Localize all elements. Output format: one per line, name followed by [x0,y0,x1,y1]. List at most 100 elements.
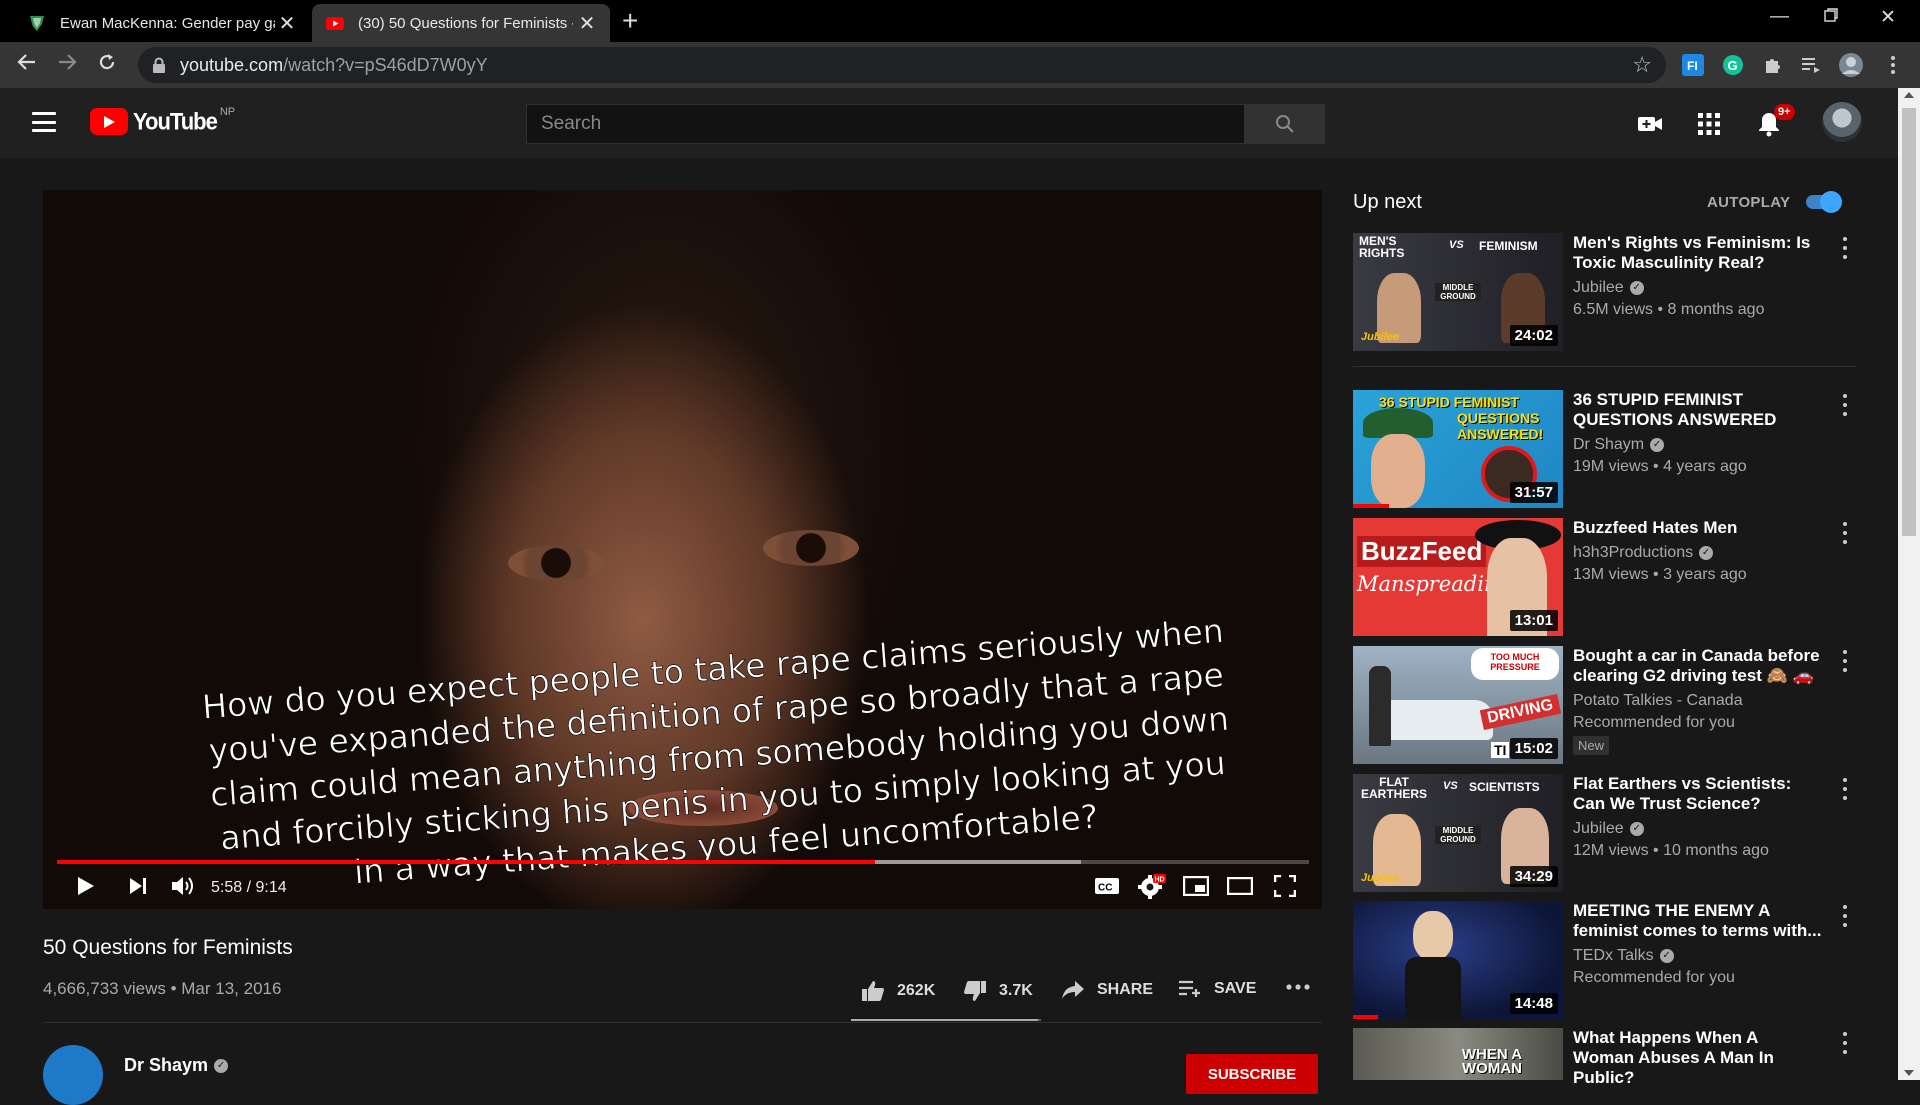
tab-title: (30) 50 Questions for Feminists - [358,14,573,32]
video-thumbnail[interactable]: BuzzFeed Manspreading 13:01 [1353,518,1563,636]
share-label: SHARE [1097,981,1154,998]
search-input[interactable] [527,105,1244,143]
autoplay-toggle[interactable] [1806,191,1842,213]
sentiment-bar-fill [851,1019,1039,1021]
page-scrollbar[interactable] [1898,88,1920,1080]
forward-arrow-icon[interactable] [54,52,80,78]
video-card-title[interactable]: Men's Rights vs Feminism: Is Toxic Mascu… [1573,233,1823,273]
close-tab-icon[interactable]: ✕ [278,11,296,36]
verified-check-icon: ✓ [214,1058,229,1073]
close-window-icon[interactable]: ✕ [1880,6,1896,29]
scroll-down-arrow-icon[interactable] [1904,1070,1914,1076]
video-card-channel[interactable]: Jubilee ✓ [1573,820,1644,838]
video-view-count-date: 4,666,733 views • Mar 13, 2016 [43,979,282,998]
youtube-logo[interactable]: YouTube NP [90,106,235,135]
more-options-icon[interactable] [1837,522,1853,544]
miniplayer-icon[interactable] [1181,872,1211,900]
save-button[interactable]: SAVE [1178,980,1256,998]
settings-gear-icon[interactable]: HD [1137,872,1167,900]
up-next-video-card[interactable]: MEN'S RIGHTS VS FEMINISM MIDDLE GROUND J… [1353,233,1873,351]
video-thumbnail[interactable]: TOO MUCH PRESSURE DRIVING TI 15:02 [1353,646,1563,764]
up-next-video-card[interactable]: 14:48 MEETING THE ENEMY A feminist comes… [1353,901,1873,1019]
profile-avatar-icon[interactable] [1838,52,1864,78]
video-player[interactable]: How do you expect people to take rape cl… [43,190,1322,909]
minimize-window-icon[interactable]: — [1770,6,1789,28]
up-next-video-card[interactable]: TOO MUCH PRESSURE DRIVING TI 15:02 Bough… [1353,646,1873,764]
video-title: 50 Questions for Feminists [43,936,293,959]
video-thumbnail[interactable]: MEN'S RIGHTS VS FEMINISM MIDDLE GROUND J… [1353,233,1563,351]
close-tab-icon[interactable]: ✕ [578,11,596,36]
grammarly-extension-icon[interactable]: G [1720,52,1746,78]
video-card-title[interactable]: What Happens When A Woman Abuses A Man I… [1573,1028,1823,1088]
account-avatar[interactable] [1822,102,1862,142]
search-button[interactable] [1244,104,1325,144]
more-options-icon[interactable] [1837,905,1853,927]
reload-icon[interactable] [94,52,120,78]
thumbnail-text: TI [1491,742,1510,758]
video-card-title[interactable]: Bought a car in Canada before clearing G… [1573,646,1823,686]
video-card-channel[interactable]: h3h3Productions ✓ [1573,544,1714,562]
sentiment-bar [851,1019,1041,1021]
thumbnail-text: Jubilee [1361,331,1399,343]
video-thumbnail[interactable]: FLAT EARTHERS VS SCIENTISTS MIDDLE GROUN… [1353,774,1563,892]
reading-list-icon[interactable] [1798,52,1824,78]
bookmark-star-icon[interactable]: ☆ [1632,52,1652,78]
channel-text: Dr Shaym [1573,436,1645,453]
video-card-channel[interactable]: TEDx Talks ✓ [1573,947,1674,965]
new-tab-plus-icon[interactable]: + [622,6,638,36]
video-card-channel[interactable]: Dr Shaym ✓ [1573,436,1665,454]
restore-window-icon[interactable] [1824,6,1838,28]
more-options-icon[interactable] [1837,237,1853,259]
like-button[interactable]: 262K [861,980,935,1002]
fullscreen-icon[interactable] [1270,872,1300,900]
burned-in-caption: How do you expect people to take rape cl… [201,611,1231,892]
up-next-video-card[interactable]: BuzzFeed Manspreading 13:01 Buzzfeed Hat… [1353,518,1873,636]
scrollbar-thumb[interactable] [1902,108,1916,536]
divider [43,1022,1322,1023]
video-card-title[interactable]: 36 STUPID FEMINIST QUESTIONS ANSWERED [1573,390,1823,430]
extensions-puzzle-icon[interactable] [1760,52,1786,78]
video-card-channel[interactable]: Potato Talkies - Canada [1573,692,1743,710]
next-video-icon[interactable] [125,872,151,900]
subscribe-button[interactable]: SUBSCRIBE [1186,1054,1318,1094]
search-box[interactable] [526,104,1244,144]
video-card-title[interactable]: Buzzfeed Hates Men [1573,518,1823,538]
channel-name[interactable]: Dr Shaym ✓ [124,1055,229,1076]
more-options-icon[interactable] [1837,394,1853,416]
create-video-icon[interactable] [1636,111,1664,137]
video-card-title[interactable]: MEETING THE ENEMY A feminist comes to te… [1573,901,1823,941]
address-bar[interactable]: youtube.com/watch?v=pS46dD7W0yY ☆ [138,47,1666,83]
more-options-icon[interactable] [1837,778,1853,800]
duration-badge: 15:02 [1509,738,1558,759]
up-next-video-card[interactable]: FLAT EARTHERS VS SCIENTISTS MIDDLE GROUN… [1353,774,1873,892]
up-next-video-card[interactable]: WHEN A WOMAN What Happens When A Woman A… [1353,1028,1873,1087]
video-card-title[interactable]: Flat Earthers vs Scientists: Can We Trus… [1573,774,1823,814]
more-options-icon[interactable] [1837,1032,1853,1054]
volume-icon[interactable] [169,872,199,900]
browser-tab-gender-pay-gap[interactable]: Ewan MacKenna: Gender pay gap ✕ [14,4,310,42]
more-actions-icon[interactable] [1286,984,1322,990]
browser-menu-icon[interactable] [1880,52,1906,78]
play-icon[interactable] [73,872,99,900]
back-arrow-icon[interactable] [14,52,40,78]
more-options-icon[interactable] [1837,650,1853,672]
apps-grid-icon[interactable] [1695,111,1723,137]
url-host: youtube.com [180,54,284,75]
fi-extension-icon[interactable]: FI [1680,52,1706,78]
new-badge: New [1573,736,1610,755]
theater-mode-icon[interactable] [1225,872,1255,900]
browser-tab-50-questions[interactable]: (30) 50 Questions for Feminists - ✕ [312,4,610,42]
guide-menu-icon[interactable] [32,112,56,132]
share-button[interactable]: SHARE [1061,980,1153,1000]
thumbnail-text: FLAT EARTHERS [1360,775,1427,801]
add-to-playlist-icon [1179,980,1200,997]
video-thumbnail[interactable]: 14:48 [1353,901,1563,1019]
video-thumbnail[interactable]: WHEN A WOMAN [1353,1028,1563,1080]
video-thumbnail[interactable]: 36 STUPID FEMINIST QUESTIONS ANSWERED! 3… [1353,390,1563,508]
dislike-button[interactable]: 3.7K [963,980,1033,1002]
video-card-channel[interactable]: Jubilee ✓ [1573,279,1644,297]
channel-avatar[interactable] [43,1045,103,1105]
up-next-video-card[interactable]: 36 STUPID FEMINIST QUESTIONS ANSWERED! 3… [1353,390,1873,508]
scroll-up-arrow-icon[interactable] [1904,92,1914,98]
subtitles-cc-icon[interactable]: CC [1093,872,1121,900]
